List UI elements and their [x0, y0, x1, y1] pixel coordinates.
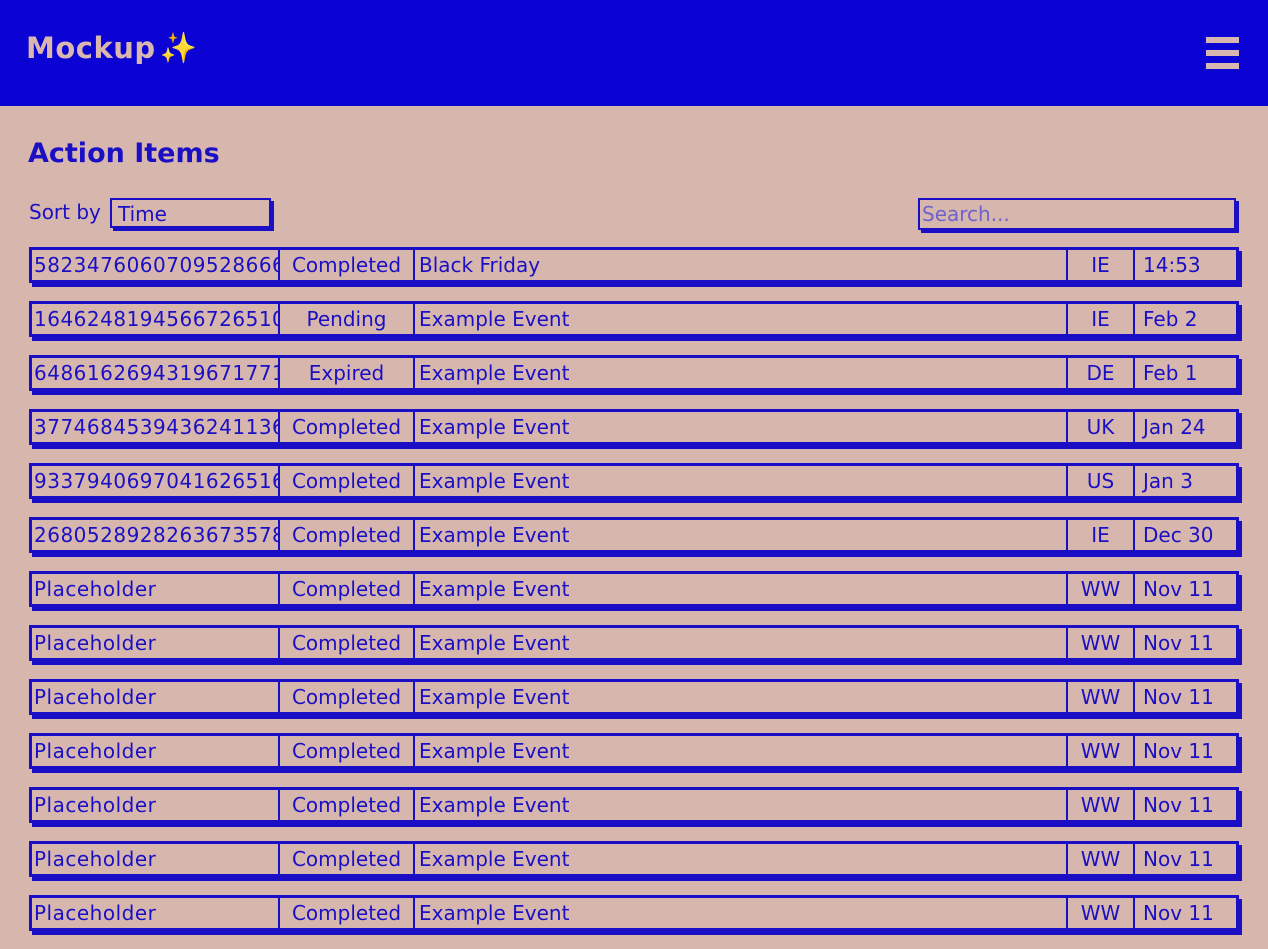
- item-id-cell: 1646248194566726510: [32, 304, 280, 334]
- event-name-cell: Example Event: [415, 304, 1068, 334]
- date-cell: Nov 11: [1143, 739, 1214, 763]
- date-cell: Nov 11: [1143, 793, 1214, 817]
- item-id-cell: 5823476060709528666: [32, 250, 280, 280]
- table-row[interactable]: Placeholder Completed Example Event WW Nov 1…: [29, 841, 1239, 877]
- table-row[interactable]: 5823476060709528666 Completed Black Friday…: [29, 247, 1239, 283]
- date-cell: Dec 30: [1143, 523, 1214, 547]
- item-id-cell: 6486162694319671771: [32, 358, 280, 388]
- region-cell: IE: [1068, 520, 1135, 550]
- region-cell: UK: [1068, 412, 1135, 442]
- region-cell: WW: [1068, 628, 1135, 658]
- table-row[interactable]: 3774684539436241136 Completed Example Even…: [29, 409, 1239, 445]
- item-id-cell: Placeholder: [32, 574, 280, 604]
- date-cell: Nov 11: [1143, 577, 1214, 601]
- date-cell: Nov 11: [1143, 901, 1214, 925]
- status-cell: Pending: [280, 304, 415, 334]
- status-cell: Completed: [280, 574, 415, 604]
- item-id-cell: Placeholder: [32, 682, 280, 712]
- item-id-cell: Placeholder: [32, 790, 280, 820]
- sparkles-icon: ✨: [159, 31, 198, 66]
- region-cell: WW: [1068, 844, 1135, 874]
- event-name-cell: Example Event: [415, 790, 1068, 820]
- status-cell: Completed: [280, 790, 415, 820]
- date-cell: Feb 2: [1143, 307, 1198, 331]
- date-cell: Feb 1: [1143, 361, 1198, 385]
- table-row[interactable]: Placeholder Completed Example Event WW Nov 1…: [29, 895, 1239, 931]
- event-name-cell: Example Event: [415, 736, 1068, 766]
- region-cell: WW: [1068, 682, 1135, 712]
- table-row[interactable]: 9337940697041626516 Completed Example Even…: [29, 463, 1239, 499]
- menu-line-icon: [1206, 63, 1239, 69]
- event-name-cell: Black Friday: [415, 250, 1068, 280]
- status-cell: Completed: [280, 250, 415, 280]
- date-cell: Nov 11: [1143, 631, 1214, 655]
- date-cell: 14:53: [1143, 253, 1201, 277]
- sort-label: Sort by: [29, 200, 101, 224]
- table-row[interactable]: Placeholder Completed Example Event WW Nov 1…: [29, 787, 1239, 823]
- status-cell: Completed: [280, 682, 415, 712]
- brand-logo[interactable]: Mockup ✨: [26, 31, 198, 66]
- item-id-cell: 9337940697041626516: [32, 466, 280, 496]
- page-title: Action Items: [28, 138, 220, 169]
- table-row[interactable]: 1646248194566726510 Pending Example Event I…: [29, 301, 1239, 337]
- table-row[interactable]: Placeholder Completed Example Event WW Nov 1…: [29, 571, 1239, 607]
- top-navbar: Mockup ✨: [0, 0, 1268, 106]
- status-cell: Expired: [280, 358, 415, 388]
- status-cell: Completed: [280, 628, 415, 658]
- item-id-cell: Placeholder: [32, 898, 280, 928]
- status-cell: Completed: [280, 520, 415, 550]
- event-name-cell: Example Event: [415, 412, 1068, 442]
- region-cell: WW: [1068, 574, 1135, 604]
- event-name-cell: Example Event: [415, 844, 1068, 874]
- date-cell: Nov 11: [1143, 685, 1214, 709]
- region-cell: IE: [1068, 304, 1135, 334]
- event-name-cell: Example Event: [415, 574, 1068, 604]
- status-cell: Completed: [280, 412, 415, 442]
- date-cell: Nov 11: [1143, 847, 1214, 871]
- table-row[interactable]: Placeholder Completed Example Event WW Nov 1…: [29, 679, 1239, 715]
- date-cell: Jan 3: [1143, 469, 1193, 493]
- table-row[interactable]: 2680528928263673578 Completed Example Even…: [29, 517, 1239, 553]
- status-cell: Completed: [280, 736, 415, 766]
- menu-line-icon: [1206, 50, 1239, 56]
- event-name-cell: Example Event: [415, 358, 1068, 388]
- region-cell: IE: [1068, 250, 1135, 280]
- table-row[interactable]: Placeholder Completed Example Event WW Nov 1…: [29, 625, 1239, 661]
- event-name-cell: Example Event: [415, 466, 1068, 496]
- item-id-cell: Placeholder: [32, 628, 280, 658]
- table-row[interactable]: Placeholder Completed Example Event WW Nov 1…: [29, 733, 1239, 769]
- region-cell: WW: [1068, 736, 1135, 766]
- region-cell: WW: [1068, 898, 1135, 928]
- event-name-cell: Example Event: [415, 520, 1068, 550]
- date-cell: Jan 24: [1143, 415, 1206, 439]
- item-id-cell: Placeholder: [32, 844, 280, 874]
- event-name-cell: Example Event: [415, 682, 1068, 712]
- brand-name: Mockup: [26, 31, 156, 65]
- item-id-cell: Placeholder: [32, 736, 280, 766]
- status-cell: Completed: [280, 898, 415, 928]
- event-name-cell: Example Event: [415, 628, 1068, 658]
- sort-select[interactable]: Time: [110, 198, 271, 228]
- event-name-cell: Example Event: [415, 898, 1068, 928]
- item-id-cell: 3774684539436241136: [32, 412, 280, 442]
- region-cell: WW: [1068, 790, 1135, 820]
- hamburger-menu-button[interactable]: [1203, 34, 1243, 72]
- region-cell: US: [1068, 466, 1135, 496]
- table-row[interactable]: 6486162694319671771 Expired Example Event D…: [29, 355, 1239, 391]
- search-input[interactable]: [918, 198, 1236, 230]
- menu-line-icon: [1206, 37, 1239, 43]
- item-id-cell: 2680528928263673578: [32, 520, 280, 550]
- status-cell: Completed: [280, 844, 415, 874]
- region-cell: DE: [1068, 358, 1135, 388]
- status-cell: Completed: [280, 466, 415, 496]
- action-items-table: 5823476060709528666 Completed Black Friday…: [29, 247, 1239, 949]
